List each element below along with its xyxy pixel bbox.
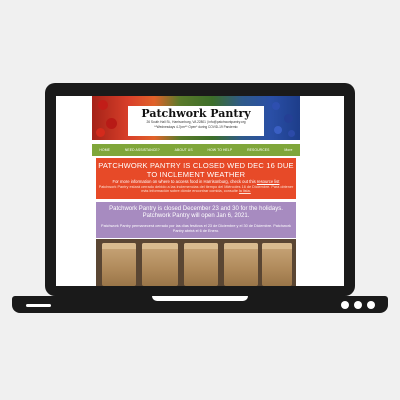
- site-address: 26 South Hall St., Harrisonburg, VA 2280…: [146, 120, 246, 124]
- nav-item-home[interactable]: HOME: [99, 148, 110, 152]
- nav-item-how-to-help[interactable]: HOW TO HELP: [208, 148, 233, 152]
- alert-headline: PATCHWORK PANTRY IS CLOSED WED DEC 16 DU…: [98, 161, 294, 179]
- holiday-spanish: Patchwork Pantry permanecerá cerrado por…: [101, 224, 291, 233]
- nav-item-need-assistance[interactable]: NEED ASSISTANCE?: [125, 148, 160, 152]
- produce-banner-image: Patchwork Pantry 26 South Hall St., Harr…: [92, 96, 300, 140]
- nav-item-about-us[interactable]: ABOUT US: [175, 148, 193, 152]
- main-nav: HOME NEED ASSISTANCE? ABOUT US HOW TO HE…: [92, 144, 300, 156]
- indicator-light-icon: [341, 301, 349, 309]
- alert-spanish: Patchwork Pantry estará cerrado debido a…: [96, 185, 296, 195]
- site-logo[interactable]: Patchwork Pantry 26 South Hall St., Harr…: [128, 106, 264, 136]
- laptop-notch: [152, 296, 248, 301]
- closure-alert: PATCHWORK PANTRY IS CLOSED WED DEC 16 DU…: [96, 158, 296, 199]
- grocery-bags-image: [96, 239, 296, 286]
- resource-list-link[interactable]: resource list: [257, 179, 280, 184]
- nav-item-more[interactable]: More: [284, 148, 292, 152]
- nav-item-resources[interactable]: RESOURCES: [247, 148, 269, 152]
- spanish-list-link[interactable]: la lista.: [239, 189, 251, 193]
- site-hours: **Wednesdays 4-7pm** Open* during COVID-…: [154, 124, 238, 129]
- holiday-english: Patchwork Pantry is closed December 23 a…: [109, 206, 283, 219]
- indicator-light-icon: [367, 301, 375, 309]
- alert-info-text: For more information on where to access …: [112, 179, 256, 184]
- laptop-port: [26, 304, 51, 307]
- indicator-light-icon: [354, 301, 362, 309]
- website: Patchwork Pantry 26 South Hall St., Harr…: [92, 96, 300, 286]
- holiday-notice: Patchwork Pantry is closed December 23 a…: [96, 202, 296, 238]
- site-title: Patchwork Pantry: [141, 107, 251, 120]
- alert-spanish-text: Patchwork Pantry estará cerrado debido a…: [98, 184, 294, 194]
